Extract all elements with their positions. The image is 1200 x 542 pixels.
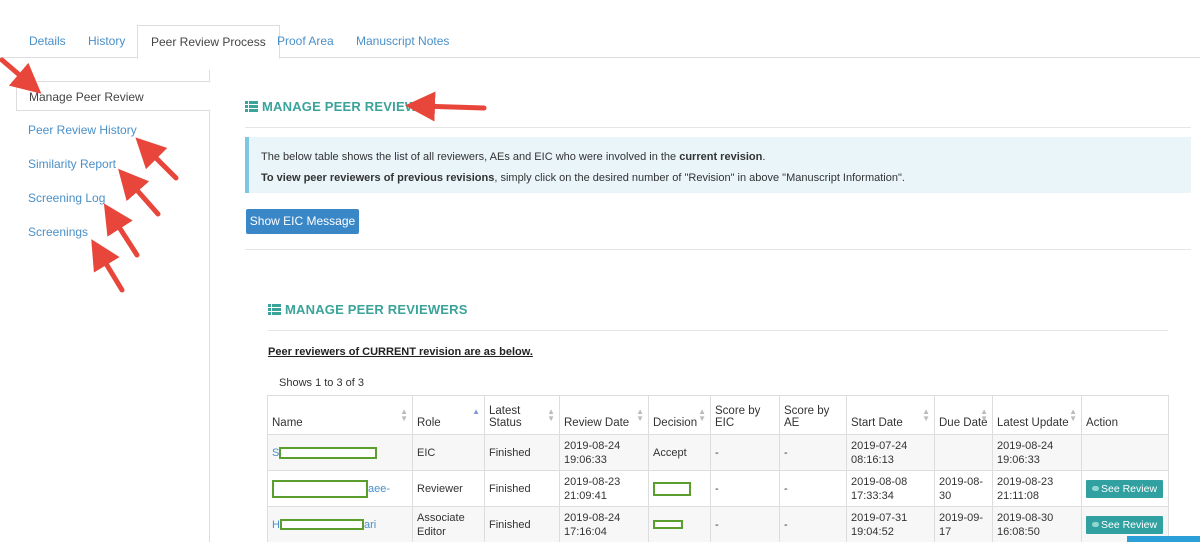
due-date-cell: 2019-08-30	[934, 470, 993, 507]
start-date-cell: 2019-08-08 17:33:34	[846, 470, 935, 507]
list-icon	[268, 304, 281, 315]
tab-history[interactable]: History	[75, 25, 138, 58]
column-header-name[interactable]: Name ▲ ▼	[267, 395, 413, 435]
action-cell: See Review	[1081, 470, 1169, 507]
status-cell: Finished	[484, 434, 560, 471]
score-eic-cell: -	[710, 434, 780, 471]
score-ae-cell: -	[779, 506, 847, 542]
decision-cell	[648, 506, 711, 542]
sort-icon: ▲ ▼	[636, 407, 644, 423]
status-cell: Finished	[484, 470, 560, 507]
due-date-cell	[934, 434, 993, 471]
score-eic-cell: -	[710, 506, 780, 542]
start-date-cell: 2019-07-31 19:04:52	[846, 506, 935, 542]
column-header-latest-update[interactable]: Latest Update ▲ ▼	[992, 395, 1082, 435]
row-count-info: Shows 1 to 3 of 3	[279, 377, 364, 389]
sort-icon: ▲ ▼	[698, 407, 706, 423]
score-ae-cell: -	[779, 470, 847, 507]
column-header-start-date[interactable]: Start Date ▲ ▼	[846, 395, 935, 435]
redaction-box	[279, 519, 364, 531]
reviewers-title: MANAGE PEER REVIEWERS	[268, 302, 468, 317]
table-row: S EIC Finished 2019-08-24 19:06:33 Accep…	[267, 434, 1169, 471]
sidebar-item-screening-log[interactable]: Screening Log	[16, 183, 210, 213]
sidebar-item-similarity-report[interactable]: Similarity Report	[16, 149, 210, 179]
role-cell: Associate Editor	[412, 506, 485, 542]
redaction-box	[653, 520, 683, 530]
column-header-latest-status[interactable]: Latest Status ▲ ▼	[484, 395, 560, 435]
redaction-box	[272, 479, 368, 498]
divider	[245, 249, 1191, 250]
table-row: aee- Reviewer Finished 2019-08-23 21:09:…	[267, 470, 1169, 507]
reviewer-name-cell[interactable]: aee-	[267, 470, 413, 507]
column-header-role[interactable]: Role ▲	[412, 395, 485, 435]
role-cell: EIC	[412, 434, 485, 471]
column-header-score-by-eic[interactable]: Score by EIC	[710, 395, 780, 435]
scroll-to-top-tab[interactable]	[1127, 536, 1200, 542]
column-header-decision[interactable]: Decision ▲ ▼	[648, 395, 711, 435]
divider	[245, 127, 1191, 128]
redaction-box	[279, 446, 378, 459]
sort-icon: ▲ ▼	[1069, 407, 1077, 423]
info-line-1: The below table shows the list of all re…	[261, 151, 766, 163]
tab-peer-review-process[interactable]: Peer Review Process	[137, 25, 280, 59]
sidebar-item-manage-peer-review[interactable]: Manage Peer Review	[16, 81, 210, 111]
tab-manuscript-notes[interactable]: Manuscript Notes	[343, 25, 462, 58]
info-callout: The below table shows the list of all re…	[245, 137, 1191, 193]
redaction-box	[653, 481, 691, 496]
decision-cell	[648, 470, 711, 507]
score-ae-cell: -	[779, 434, 847, 471]
divider	[268, 330, 1168, 331]
due-date-cell: 2019-09-17	[934, 506, 993, 542]
page-title: MANAGE PEER REVIEW	[245, 99, 417, 114]
score-eic-cell: -	[710, 470, 780, 507]
info-line-2: To view peer reviewers of previous revis…	[261, 172, 905, 184]
column-header-action: Action	[1081, 395, 1169, 435]
decision-cell: Accept	[648, 434, 711, 471]
arrow-icon	[405, 91, 487, 122]
column-header-due-date[interactable]: Due Date ▲ ▼	[934, 395, 993, 435]
list-icon	[245, 101, 258, 112]
sidebar-item-peer-review-history[interactable]: Peer Review History	[16, 115, 210, 145]
sort-icon: ▲ ▼	[980, 407, 988, 423]
see-review-button[interactable]: See Review	[1086, 479, 1164, 498]
show-eic-message-button[interactable]: Show EIC Message	[246, 209, 359, 234]
see-review-button[interactable]: See Review	[1086, 515, 1164, 534]
reviewers-title-text: MANAGE PEER REVIEWERS	[285, 302, 468, 317]
sort-icon: ▲ ▼	[922, 407, 930, 423]
eye-icon	[1092, 485, 1099, 491]
review-date-cell: 2019-08-24 17:16:04	[559, 506, 649, 542]
table-row: Hari Associate Editor Finished 2019-08-2…	[267, 506, 1169, 542]
tab-details[interactable]: Details	[16, 25, 79, 58]
reviewer-name-cell[interactable]: S	[267, 434, 413, 471]
eye-icon	[1092, 521, 1099, 527]
reviewers-table: Name ▲ ▼ Role ▲ Latest Status ▲ ▼ Review Date…	[267, 395, 1169, 542]
review-date-cell: 2019-08-24 19:06:33	[559, 434, 649, 471]
latest-update-cell: 2019-08-24 19:06:33	[992, 434, 1082, 471]
sidebar: Manage Peer Review Peer Review History S…	[16, 70, 210, 542]
review-date-cell: 2019-08-23 21:09:41	[559, 470, 649, 507]
latest-update-cell: 2019-08-23 21:11:08	[992, 470, 1082, 507]
sidebar-item-screenings[interactable]: Screenings	[16, 217, 210, 247]
column-header-score-by-ae[interactable]: Score by AE	[779, 395, 847, 435]
column-header-review-date[interactable]: Review Date ▲ ▼	[559, 395, 649, 435]
sort-asc-icon: ▲	[472, 407, 480, 416]
sort-icon: ▲ ▼	[547, 407, 555, 423]
reviewers-subtitle: Peer reviewers of CURRENT revision are a…	[268, 346, 533, 358]
reviewer-name-cell[interactable]: Hari	[267, 506, 413, 542]
tab-proof-area[interactable]: Proof Area	[264, 25, 347, 58]
status-cell: Finished	[484, 506, 560, 542]
tab-bar: Details History Peer Review Process Proo…	[0, 25, 1200, 59]
sort-icon: ▲ ▼	[400, 407, 408, 423]
action-cell	[1081, 434, 1169, 471]
latest-update-cell: 2019-08-30 16:08:50	[992, 506, 1082, 542]
table-header-row: Name ▲ ▼ Role ▲ Latest Status ▲ ▼ Review Date…	[267, 395, 1169, 435]
start-date-cell: 2019-07-24 08:16:13	[846, 434, 935, 471]
role-cell: Reviewer	[412, 470, 485, 507]
page-title-text: MANAGE PEER REVIEW	[262, 99, 418, 114]
